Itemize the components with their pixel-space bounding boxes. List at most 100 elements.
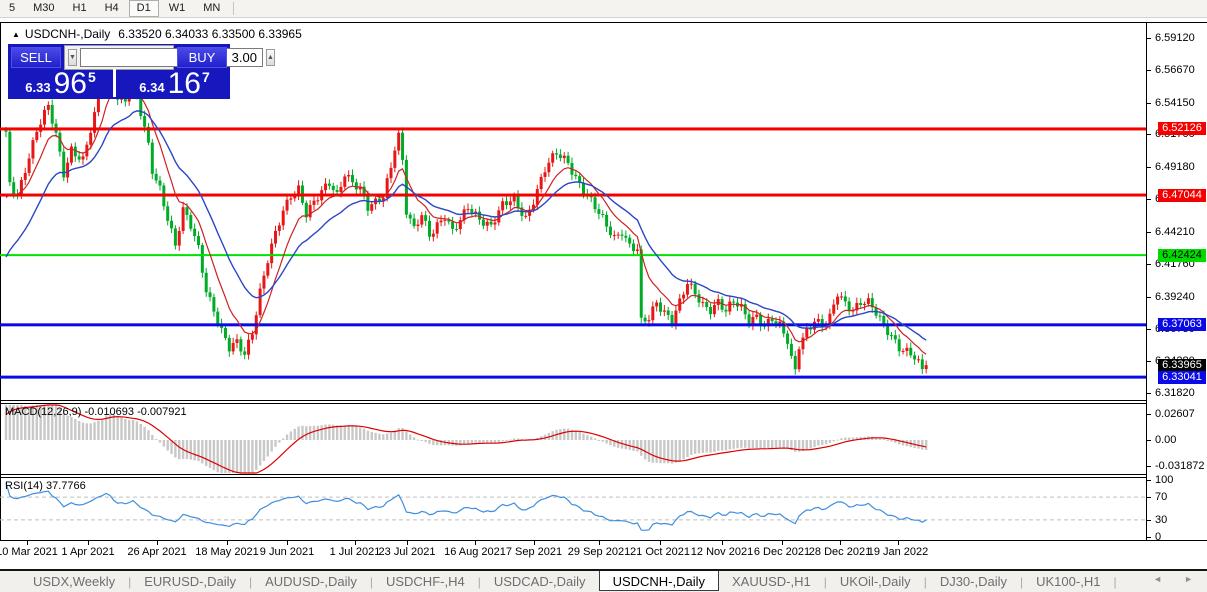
date-axis-tick: [840, 541, 841, 545]
timeframe-button-h1[interactable]: H1: [65, 0, 95, 17]
macd-axis-tick: [1147, 440, 1151, 441]
horizontal-level-line[interactable]: [0, 323, 1146, 326]
timeframe-button-5[interactable]: 5: [1, 0, 23, 17]
volume-increase-button[interactable]: ▲: [266, 49, 275, 66]
timeframe-button-d1[interactable]: D1: [129, 0, 159, 17]
sell-button[interactable]: SELL: [11, 47, 61, 68]
date-axis-tick: [660, 541, 661, 545]
tab-ukoil-daily[interactable]: UKOil-,Daily: [827, 573, 924, 590]
horizontal-level-line[interactable]: [0, 376, 1146, 379]
rsi-axis-label: 30: [1155, 514, 1167, 526]
chevron-up-icon: ▲: [267, 54, 274, 61]
price-axis-tick: [1147, 361, 1151, 362]
toolbar-separator: [233, 2, 234, 15]
ask-price[interactable]: 6.34167: [119, 69, 230, 97]
price-axis[interactable]: 6.591206.566706.541506.517006.491806.467…: [1146, 23, 1207, 540]
horizontal-level-line[interactable]: [0, 254, 1146, 256]
date-axis-label: 29 Sep 2021: [568, 546, 630, 558]
rsi-chart[interactable]: [0, 478, 1146, 540]
ask-pipette: 7: [202, 69, 210, 85]
tab-audusd-daily[interactable]: AUDUSD-,Daily: [252, 573, 370, 590]
trading-platform-window: 5M30H1H4D1W1MN ▲ USDCNH-,Daily 6.33520 6.3…: [0, 0, 1207, 592]
tab-usdx-weekly[interactable]: USDX,Weekly: [20, 573, 128, 590]
price-axis-tick: [1147, 167, 1151, 168]
one-click-trade-panel: SELL ▼ ▲ BUY 6.33965 6.34167: [8, 44, 230, 99]
date-axis-label: 23 Jul 2021: [379, 546, 436, 558]
date-axis-label: 1 Apr 2021: [61, 546, 114, 558]
macd-axis-tick: [1147, 414, 1151, 415]
rsi-axis-tick: [1147, 480, 1151, 481]
chart-symbol-period: USDCNH-,Daily: [25, 27, 110, 41]
date-axis-tick: [227, 541, 228, 545]
price-axis-tick: [1147, 38, 1151, 39]
price-axis-tick: [1147, 70, 1151, 71]
horizontal-level-line[interactable]: [0, 127, 1146, 130]
tab-xauusd-h1[interactable]: XAUUSD-,H1: [719, 573, 824, 590]
date-axis-tick: [157, 541, 158, 545]
bid-prefix: 6.33: [25, 80, 50, 95]
scroll-tabs-right-icon[interactable]: ►: [1184, 574, 1193, 584]
price-axis-label: 6.39240: [1155, 291, 1195, 303]
pane-separator[interactable]: [0, 474, 1207, 475]
date-axis-label: 6 Dec 2021: [754, 546, 810, 558]
tab-usdcnh-daily[interactable]: USDCNH-,Daily: [599, 571, 719, 591]
tab-usdcad-daily[interactable]: USDCAD-,Daily: [481, 573, 599, 590]
horizontal-level-line[interactable]: [0, 194, 1146, 197]
price-axis-tick: [1147, 393, 1151, 394]
rsi-axis-tick: [1147, 537, 1151, 538]
date-axis-label: 1 Jul 2021: [330, 546, 381, 558]
rsi-axis-tick: [1147, 497, 1151, 498]
collapse-trade-panel-icon[interactable]: ▲: [12, 30, 20, 39]
bid-big-digits: 96: [54, 71, 87, 97]
date-axis-tick: [27, 541, 28, 545]
price-axis-tick: [1147, 103, 1151, 104]
price-axis-tick: [1147, 297, 1151, 298]
date-axis-label: 28 Dec 2021: [809, 546, 871, 558]
price-axis-label: 6.56670: [1155, 64, 1195, 76]
date-axis-tick: [475, 541, 476, 545]
price-axis-tick: [1147, 199, 1151, 200]
timeframe-button-h4[interactable]: H4: [97, 0, 127, 17]
macd-axis-label: 0.02607: [1155, 408, 1195, 420]
buy-button[interactable]: BUY: [177, 47, 227, 68]
date-axis-label: 16 Aug 2021: [444, 546, 506, 558]
tab-usdchf-h4[interactable]: USDCHF-,H4: [373, 573, 478, 590]
rsi-pane[interactable]: [0, 478, 1146, 540]
price-axis-label: 6.44210: [1155, 226, 1195, 238]
date-axis-label: 10 Mar 2021: [0, 546, 58, 558]
timeframe-button-mn[interactable]: MN: [195, 0, 228, 17]
price-badge: 6.52126: [1158, 122, 1206, 135]
timeframe-button-w1[interactable]: W1: [161, 0, 194, 17]
volume-decrease-button[interactable]: ▼: [68, 49, 77, 66]
date-axis-label: 21 Oct 2021: [630, 546, 690, 558]
date-axis[interactable]: 10 Mar 20211 Apr 202126 Apr 202118 May 2…: [0, 541, 1146, 568]
scroll-tabs-left-icon[interactable]: ◄: [1153, 574, 1162, 584]
chevron-down-icon: ▼: [69, 54, 76, 61]
macd-axis-label: 0.00: [1155, 434, 1176, 446]
macd-axis-label: -0.031872: [1155, 460, 1205, 472]
rsi-indicator-label: RSI(14) 37.7766: [5, 480, 86, 492]
timeframe-toolbar: 5M30H1H4D1W1MN: [0, 0, 1207, 18]
ask-big-digits: 16: [168, 71, 201, 97]
tab-eurusd-daily[interactable]: EURUSD-,Daily: [131, 573, 249, 590]
price-axis-label: 6.31820: [1155, 387, 1195, 399]
chart-title: ▲ USDCNH-,Daily 6.33520 6.34033 6.33500 6.…: [12, 27, 302, 41]
chart-ohlc-values: 6.33520 6.34033 6.33500 6.33965: [118, 27, 302, 41]
pane-separator[interactable]: [0, 400, 1207, 401]
tab-separator: |: [1113, 575, 1116, 589]
timeframe-button-m30[interactable]: M30: [25, 0, 62, 17]
price-axis-label: 6.49180: [1155, 161, 1195, 173]
volume-input[interactable]: [80, 48, 263, 67]
price-axis-label: 6.54150: [1155, 97, 1195, 109]
price-badge: 6.37063: [1158, 318, 1206, 331]
price-axis-tick: [1147, 264, 1151, 265]
chart-tab-bar: USDX,Weekly|EURUSD-,Daily|AUDUSD-,Daily|…: [0, 571, 1207, 592]
date-axis-tick: [355, 541, 356, 545]
date-axis-label: 26 Apr 2021: [127, 546, 186, 558]
bid-price[interactable]: 6.33965: [8, 69, 116, 97]
tab-uk100-h1[interactable]: UK100-,H1: [1023, 573, 1113, 590]
tab-dj30-daily[interactable]: DJ30-,Daily: [927, 573, 1020, 590]
date-axis-tick: [599, 541, 600, 545]
date-axis-tick: [88, 541, 89, 545]
price-axis-label: 6.59120: [1155, 32, 1195, 44]
